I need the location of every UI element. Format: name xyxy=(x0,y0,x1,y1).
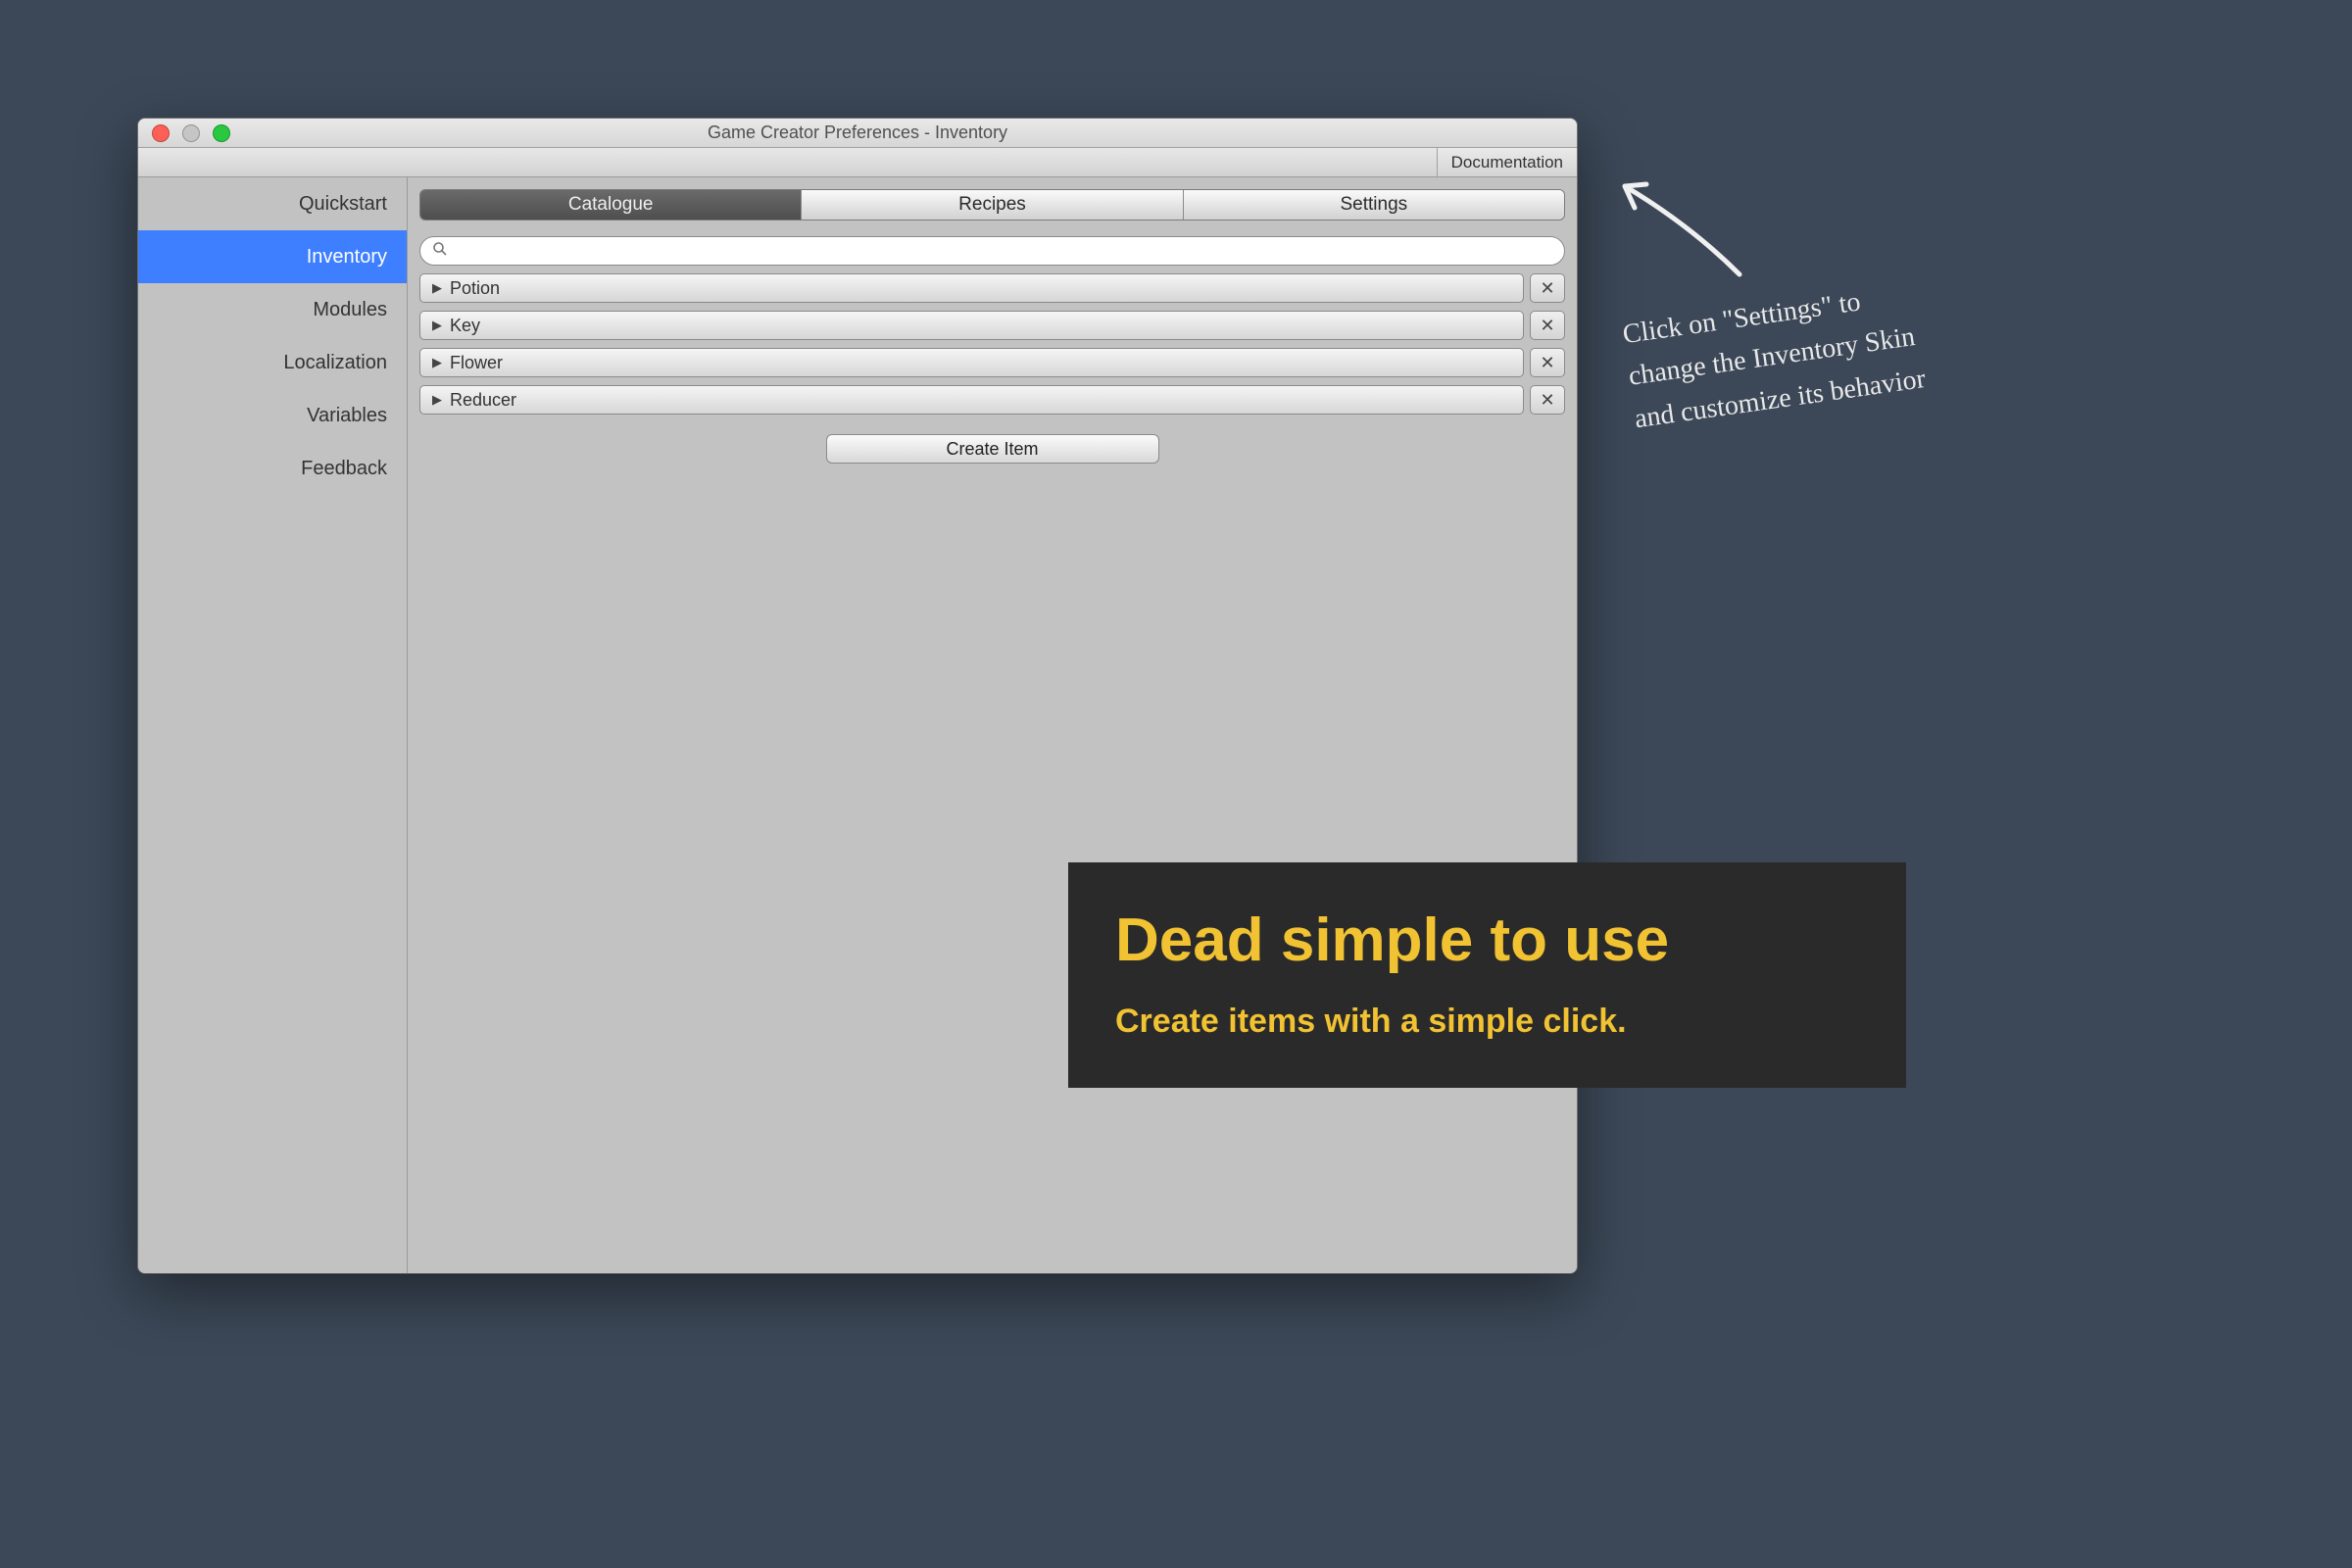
create-item-button[interactable]: Create Item xyxy=(826,434,1159,464)
delete-button[interactable]: ✕ xyxy=(1530,311,1565,340)
sidebar-item-feedback[interactable]: Feedback xyxy=(138,442,407,495)
item-reducer[interactable]: ▶ Reducer xyxy=(419,385,1524,415)
item-label: Reducer xyxy=(450,390,516,411)
promo-subline: Create items with a simple click. xyxy=(1115,1003,1859,1041)
chevron-right-icon: ▶ xyxy=(432,392,442,408)
delete-button[interactable]: ✕ xyxy=(1530,348,1565,377)
search-input[interactable] xyxy=(456,241,1552,261)
chevron-right-icon: ▶ xyxy=(432,280,442,296)
promo-headline: Dead simple to use xyxy=(1115,906,1859,975)
sidebar: Quickstart Inventory Modules Localizatio… xyxy=(138,177,408,1273)
delete-button[interactable]: ✕ xyxy=(1530,273,1565,303)
list-item: ▶ Flower ✕ xyxy=(419,348,1565,377)
close-icon: ✕ xyxy=(1540,353,1554,373)
sidebar-item-modules[interactable]: Modules xyxy=(138,283,407,336)
chevron-right-icon: ▶ xyxy=(432,355,442,370)
close-icon: ✕ xyxy=(1540,390,1554,411)
titlebar: Game Creator Preferences - Inventory xyxy=(138,119,1577,148)
minimize-icon[interactable] xyxy=(182,124,200,142)
item-key[interactable]: ▶ Key xyxy=(419,311,1524,340)
close-icon: ✕ xyxy=(1540,278,1554,299)
item-flower[interactable]: ▶ Flower xyxy=(419,348,1524,377)
window-title: Game Creator Preferences - Inventory xyxy=(138,122,1577,143)
close-icon: ✕ xyxy=(1540,316,1554,336)
sidebar-item-localization[interactable]: Localization xyxy=(138,336,407,389)
close-icon[interactable] xyxy=(152,124,170,142)
documentation-button[interactable]: Documentation xyxy=(1437,148,1577,176)
annotation-arrow-icon xyxy=(1607,157,1744,284)
item-label: Potion xyxy=(450,278,500,299)
list-item: ▶ Potion ✕ xyxy=(419,273,1565,303)
chevron-right-icon: ▶ xyxy=(432,318,442,333)
item-label: Flower xyxy=(450,353,503,373)
callout-text: Click on "Settings" to change the Invent… xyxy=(1620,256,2055,441)
tabs: Catalogue Recipes Settings xyxy=(419,189,1565,220)
tab-settings[interactable]: Settings xyxy=(1184,190,1564,220)
main-panel: Catalogue Recipes Settings ▶ Potion ✕ ▶ Ke… xyxy=(408,177,1577,1273)
tab-catalogue[interactable]: Catalogue xyxy=(420,190,802,220)
sidebar-item-quickstart[interactable]: Quickstart xyxy=(138,177,407,230)
sidebar-item-inventory[interactable]: Inventory xyxy=(138,230,407,283)
promo-box: Dead simple to use Create items with a s… xyxy=(1068,862,1906,1088)
tab-recipes[interactable]: Recipes xyxy=(802,190,1183,220)
search-field[interactable] xyxy=(419,236,1565,266)
list-item: ▶ Reducer ✕ xyxy=(419,385,1565,415)
sidebar-item-variables[interactable]: Variables xyxy=(138,389,407,442)
item-label: Key xyxy=(450,316,480,336)
delete-button[interactable]: ✕ xyxy=(1530,385,1565,415)
toolbar: Documentation xyxy=(138,148,1577,177)
preferences-window: Game Creator Preferences - Inventory Doc… xyxy=(137,118,1578,1274)
search-icon xyxy=(432,241,448,262)
item-potion[interactable]: ▶ Potion xyxy=(419,273,1524,303)
traffic-lights xyxy=(152,124,230,142)
maximize-icon[interactable] xyxy=(213,124,230,142)
list-item: ▶ Key ✕ xyxy=(419,311,1565,340)
